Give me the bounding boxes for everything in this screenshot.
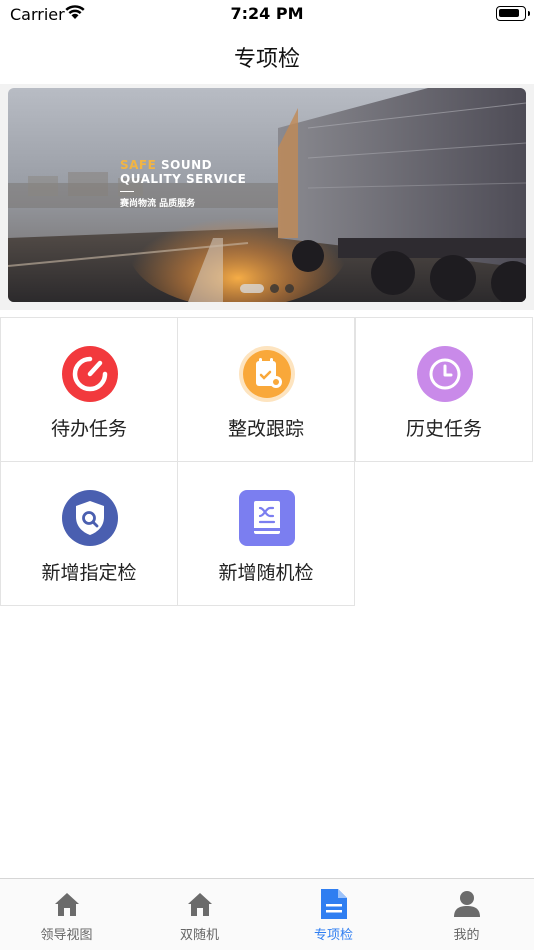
banner-subheadline: QUALITY SERVICE	[120, 172, 247, 186]
tab-label-special-check: 专项检	[313, 928, 353, 943]
menu-label-new-random-check: 新增随机检	[218, 562, 314, 584]
page-indicator[interactable]	[8, 284, 526, 293]
clipboard-icon	[239, 346, 295, 402]
status-bar: Carrier 7:24 PM	[0, 0, 534, 28]
page-dot[interactable]	[240, 284, 264, 293]
tab-label-mine: 我的	[453, 928, 480, 943]
battery-fill	[499, 9, 519, 17]
menu-item-pending-tasks[interactable]: 待办任务	[0, 317, 178, 462]
home-icon	[55, 893, 79, 916]
tab-label-leader-view: 领导视图	[40, 928, 93, 943]
tab-special-check[interactable]: 专项检	[267, 879, 400, 951]
shuffle-book-icon	[239, 490, 295, 546]
menu-label-new-designated-check: 新增指定检	[41, 562, 137, 584]
navigation-bar: 专项检	[0, 28, 534, 84]
status-time: 7:24 PM	[230, 4, 304, 23]
menu-item-new-designated-check[interactable]: 新增指定检	[0, 461, 178, 606]
banner-image[interactable]: SAFE SOUND QUALITY SERVICE 赛尚物流 品质服务	[8, 88, 526, 302]
tab-mine[interactable]: 我的	[400, 879, 533, 951]
menu-item-rectify-tracking[interactable]: 整改跟踪	[177, 317, 355, 462]
page-title: 专项检	[233, 47, 300, 72]
tab-double-random[interactable]: 双随机	[133, 879, 266, 951]
banner-headline-accent: SAFE	[120, 158, 157, 172]
page-dot[interactable]	[285, 284, 294, 293]
clock-icon	[417, 346, 473, 402]
banner-divider	[120, 191, 134, 192]
truck-road-illustration	[8, 88, 526, 302]
menu-label-pending-tasks: 待办任务	[50, 418, 127, 440]
speedometer-icon	[62, 346, 118, 402]
tab-leader-view[interactable]: 领导视图	[0, 879, 133, 951]
banner-tagline: 赛尚物流 品质服务	[120, 199, 196, 209]
battery-icon	[496, 6, 530, 21]
home-icon	[188, 893, 212, 916]
banner-headline-rest: SOUND	[156, 158, 213, 172]
menu-label-history-tasks: 历史任务	[405, 418, 482, 440]
document-icon	[321, 889, 347, 919]
banner-carousel[interactable]: SAFE SOUND QUALITY SERVICE 赛尚物流 品质服务	[0, 84, 534, 310]
shield-search-icon	[62, 490, 118, 546]
menu-item-new-random-check[interactable]: 新增随机检	[177, 461, 355, 606]
page-dot[interactable]	[270, 284, 279, 293]
person-icon	[454, 891, 480, 917]
menu-item-history-tasks[interactable]: 历史任务	[355, 317, 533, 462]
tab-label-double-random: 双随机	[179, 928, 219, 943]
tab-bar: 领导视图 双随机 专项检 我的	[0, 878, 534, 950]
banner-headline: SAFE SOUND	[120, 158, 246, 172]
banner-slogan: SAFE SOUND QUALITY SERVICE 赛尚物流 品质服务	[120, 158, 246, 209]
menu-label-rectify-tracking: 整改跟踪	[227, 418, 304, 440]
